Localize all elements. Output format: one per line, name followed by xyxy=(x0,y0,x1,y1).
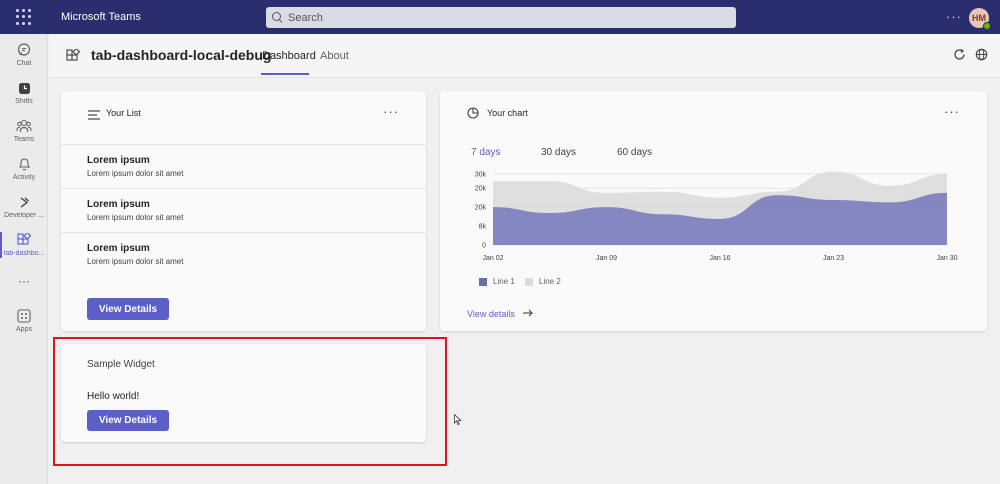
legend-label: Line 2 xyxy=(539,277,561,286)
rail-item-apps[interactable]: Apps xyxy=(0,308,48,344)
card-title: Your chart xyxy=(487,108,528,118)
list-icon xyxy=(88,107,100,125)
page-title: tab-dashboard-local-debug xyxy=(91,47,272,63)
search-input[interactable] xyxy=(288,11,688,24)
rail-item-more[interactable]: ··· xyxy=(0,274,48,310)
y-tick-label: 8k xyxy=(479,224,487,231)
view-details-button[interactable]: View Details xyxy=(87,298,169,320)
pie-chart-icon xyxy=(467,106,479,124)
avatar[interactable]: HM xyxy=(969,8,991,30)
mouse-cursor-icon xyxy=(454,412,462,430)
active-tab-indicator xyxy=(261,73,309,75)
x-tick-label: Jan 23 xyxy=(823,255,844,262)
rail-item-developer-portal[interactable]: Developer ... xyxy=(0,194,48,230)
top-bar: Microsoft Teams ··· HM xyxy=(0,0,1000,34)
apps-icon xyxy=(16,308,32,324)
app-rail: Chat Shifts Teams Activity Developer ...… xyxy=(0,34,48,484)
area-chart: 30k 20k 20k 8k 0 Jan 02 Jan 09 Jan 16 Jan 23 Jan … xyxy=(475,172,958,263)
list-item[interactable]: Lorem ipsum Lorem ipsum dolor sit amet xyxy=(61,188,426,232)
y-tick-label: 20k xyxy=(475,186,487,193)
range-tab-7-days[interactable]: 7 days xyxy=(471,147,500,158)
y-tick-label: 0 xyxy=(482,243,486,250)
avatar-initials: HM xyxy=(972,13,986,23)
settings-more-button[interactable]: ··· xyxy=(946,9,962,24)
list-item-title: Lorem ipsum xyxy=(87,243,150,254)
app-title: Microsoft Teams xyxy=(61,11,141,23)
card-more-button[interactable]: ··· xyxy=(944,104,960,119)
search-box[interactable] xyxy=(266,7,736,28)
arrow-right-icon xyxy=(522,309,533,319)
list-card: Your List ··· Lorem ipsum Lorem ipsum do… xyxy=(61,91,426,331)
developer-portal-icon xyxy=(16,194,32,210)
more-icon: ··· xyxy=(18,274,30,288)
x-tick-label: Jan 16 xyxy=(709,255,730,262)
shifts-icon xyxy=(16,80,32,96)
legend-swatch xyxy=(525,277,533,286)
card-title: Your List xyxy=(106,108,141,118)
y-tick-label: 30k xyxy=(475,172,487,179)
view-details-label: View details xyxy=(467,309,515,319)
list-item-subtitle: Lorem ipsum dolor sit amet xyxy=(87,169,184,178)
rail-item-label: Developer ... xyxy=(4,212,44,219)
list-item[interactable]: Lorem ipsum Lorem ipsum dolor sit amet xyxy=(61,144,426,188)
presence-available-icon xyxy=(983,22,991,30)
x-tick-label: Jan 30 xyxy=(936,255,957,262)
tab-dashboard[interactable]: Dashboard xyxy=(262,50,316,62)
app-grid-icon xyxy=(16,232,32,248)
legend-label: Line 1 xyxy=(493,277,515,286)
list-item-subtitle: Lorem ipsum dolor sit amet xyxy=(87,257,184,266)
app-launcher-icon[interactable] xyxy=(16,9,32,25)
chart-card: Your chart ··· 7 days 30 days 60 days 30… xyxy=(440,91,987,331)
rail-item-label: Chat xyxy=(16,60,32,67)
rail-item-shifts[interactable]: Shifts xyxy=(0,80,48,116)
refresh-icon[interactable] xyxy=(953,48,966,66)
rail-item-chat[interactable]: Chat xyxy=(0,42,48,78)
teams-icon xyxy=(16,118,32,134)
legend-item-line-2[interactable]: Line 2 xyxy=(525,277,561,286)
card-more-button[interactable]: ··· xyxy=(383,104,399,119)
x-tick-label: Jan 09 xyxy=(596,255,617,262)
rail-item-label: Apps xyxy=(16,326,32,333)
rail-item-label: tab-dashbo... xyxy=(3,250,45,257)
rail-item-label: Teams xyxy=(13,136,35,143)
globe-icon[interactable] xyxy=(975,48,988,66)
view-details-link[interactable]: View details xyxy=(467,309,533,319)
legend-item-line-1[interactable]: Line 1 xyxy=(479,277,515,286)
chat-icon xyxy=(16,42,32,58)
list-item-title: Lorem ipsum xyxy=(87,155,150,166)
highlight-box xyxy=(53,337,447,466)
search-icon xyxy=(272,12,283,23)
app-grid-icon xyxy=(66,47,81,68)
legend-swatch xyxy=(479,277,487,286)
app-header: tab-dashboard-local-debug Dashboard Abou… xyxy=(49,34,1000,78)
tab-about[interactable]: About xyxy=(320,50,349,62)
rail-item-tab-dashboard[interactable]: tab-dashbo... xyxy=(0,232,48,268)
rail-item-label: Activity xyxy=(12,174,36,181)
rail-item-teams[interactable]: Teams xyxy=(0,118,48,154)
rail-item-label: Shifts xyxy=(15,98,33,105)
rail-item-activity[interactable]: Activity xyxy=(0,156,48,192)
range-tab-60-days[interactable]: 60 days xyxy=(617,147,652,158)
list-item-title: Lorem ipsum xyxy=(87,199,150,210)
range-tab-30-days[interactable]: 30 days xyxy=(541,147,576,158)
list-item-subtitle: Lorem ipsum dolor sit amet xyxy=(87,213,184,222)
x-tick-label: Jan 02 xyxy=(482,255,503,262)
bell-icon xyxy=(16,156,32,172)
list-item[interactable]: Lorem ipsum Lorem ipsum dolor sit amet xyxy=(61,232,426,276)
y-tick-label: 20k xyxy=(475,205,487,212)
